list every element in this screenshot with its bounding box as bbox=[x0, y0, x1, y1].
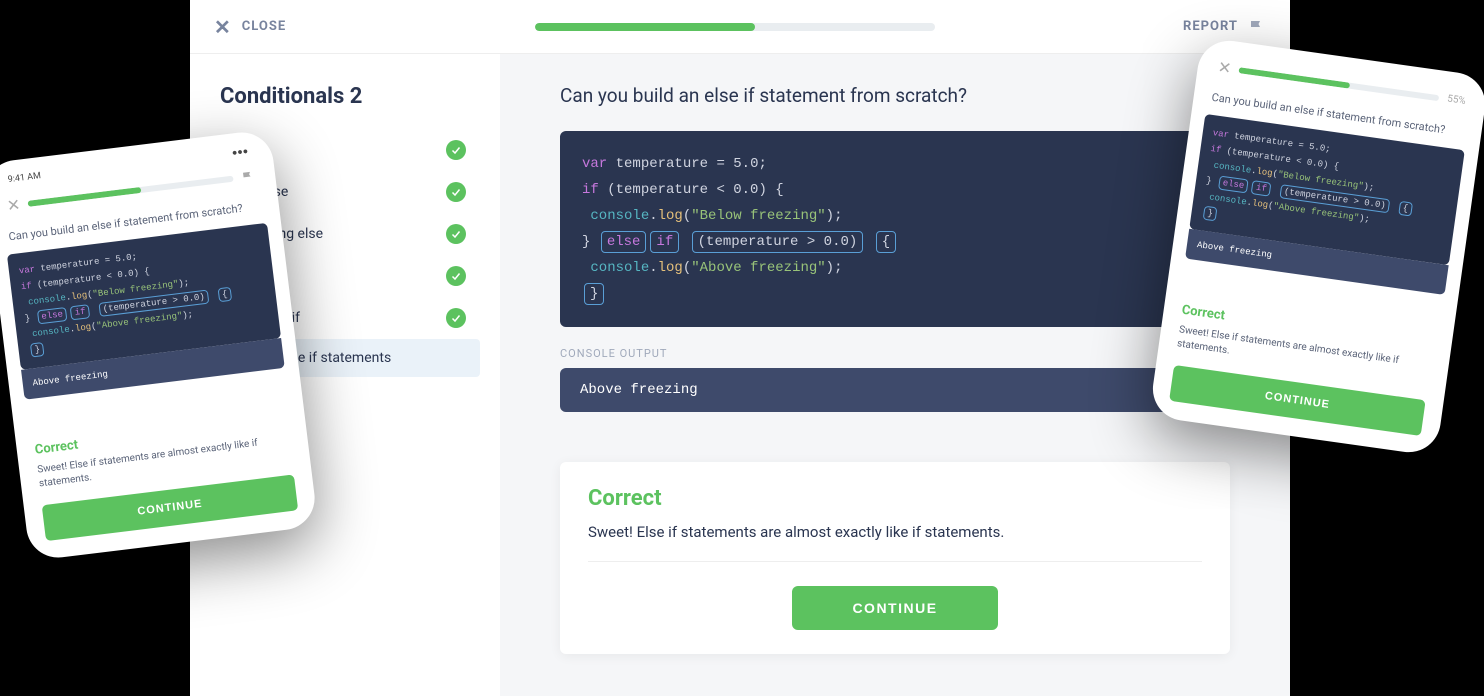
token-if[interactable]: if bbox=[650, 231, 679, 253]
signal-icon: ●●● bbox=[231, 146, 249, 159]
close-button[interactable]: ✕ CLOSE bbox=[214, 15, 286, 39]
flag-icon bbox=[1248, 18, 1266, 36]
phone-feedback: Correct Sweet! Else if statements are al… bbox=[30, 408, 303, 546]
content-area: Conditionals 2 1. ElseUsing elsePosition… bbox=[190, 54, 1290, 696]
console-output: Above freezing bbox=[560, 368, 1230, 412]
token-else[interactable]: else bbox=[601, 231, 647, 253]
sidebar-title: Conditionals 2 bbox=[210, 84, 480, 109]
phone-time: 9:41 AM bbox=[7, 171, 41, 186]
token-if[interactable]: if bbox=[1251, 181, 1272, 197]
question-text: Can you build an else if statement from … bbox=[560, 84, 1230, 107]
feedback-card: Correct Sweet! Else if statements are al… bbox=[560, 462, 1230, 654]
close-icon: ✕ bbox=[214, 15, 232, 39]
token-close-brace[interactable]: } bbox=[30, 342, 45, 358]
feedback-text: Sweet! Else if statements are almost exa… bbox=[588, 523, 1202, 562]
code-block: var temperature = 5.0; if (temperature <… bbox=[560, 131, 1230, 327]
close-icon[interactable]: ✕ bbox=[1217, 57, 1233, 78]
phone-mockup-right: ✕ 55% Can you build an else if statement… bbox=[1149, 37, 1484, 457]
token-condition[interactable]: (temperature > 0.0) bbox=[692, 231, 864, 253]
progress-fill bbox=[535, 23, 755, 31]
app-header: ✕ CLOSE REPORT bbox=[190, 0, 1290, 54]
console-output-label: CONSOLE OUTPUT bbox=[560, 347, 1230, 360]
flag-icon[interactable] bbox=[240, 168, 256, 184]
close-icon[interactable]: ✕ bbox=[6, 195, 22, 215]
token-close-brace[interactable]: } bbox=[584, 283, 604, 305]
close-label: CLOSE bbox=[242, 19, 286, 34]
check-icon bbox=[446, 266, 466, 286]
check-icon bbox=[446, 308, 466, 328]
token-if[interactable]: if bbox=[70, 305, 90, 321]
token-open-brace[interactable]: { bbox=[217, 287, 232, 303]
report-button[interactable]: REPORT bbox=[1183, 18, 1266, 36]
check-icon bbox=[446, 224, 466, 244]
report-label: REPORT bbox=[1183, 19, 1238, 34]
continue-button[interactable]: CONTINUE bbox=[792, 586, 997, 630]
progress-percent-label: 55% bbox=[1446, 93, 1466, 106]
token-open-brace[interactable]: { bbox=[1398, 201, 1413, 217]
feedback-title: Correct bbox=[588, 486, 1202, 511]
token-open-brace[interactable]: { bbox=[876, 231, 896, 253]
check-icon bbox=[446, 182, 466, 202]
check-icon bbox=[446, 140, 466, 160]
progress-bar bbox=[535, 23, 935, 31]
phone-mockup-left: 9:41 AM ●●● ✕ Can you build an else if s… bbox=[0, 129, 318, 562]
desktop-app-window: ✕ CLOSE REPORT Conditionals 2 1. ElseUsi… bbox=[190, 0, 1290, 696]
token-close-brace[interactable]: } bbox=[1203, 206, 1218, 222]
phone-feedback: Correct Sweet! Else if statements are al… bbox=[1165, 298, 1439, 440]
